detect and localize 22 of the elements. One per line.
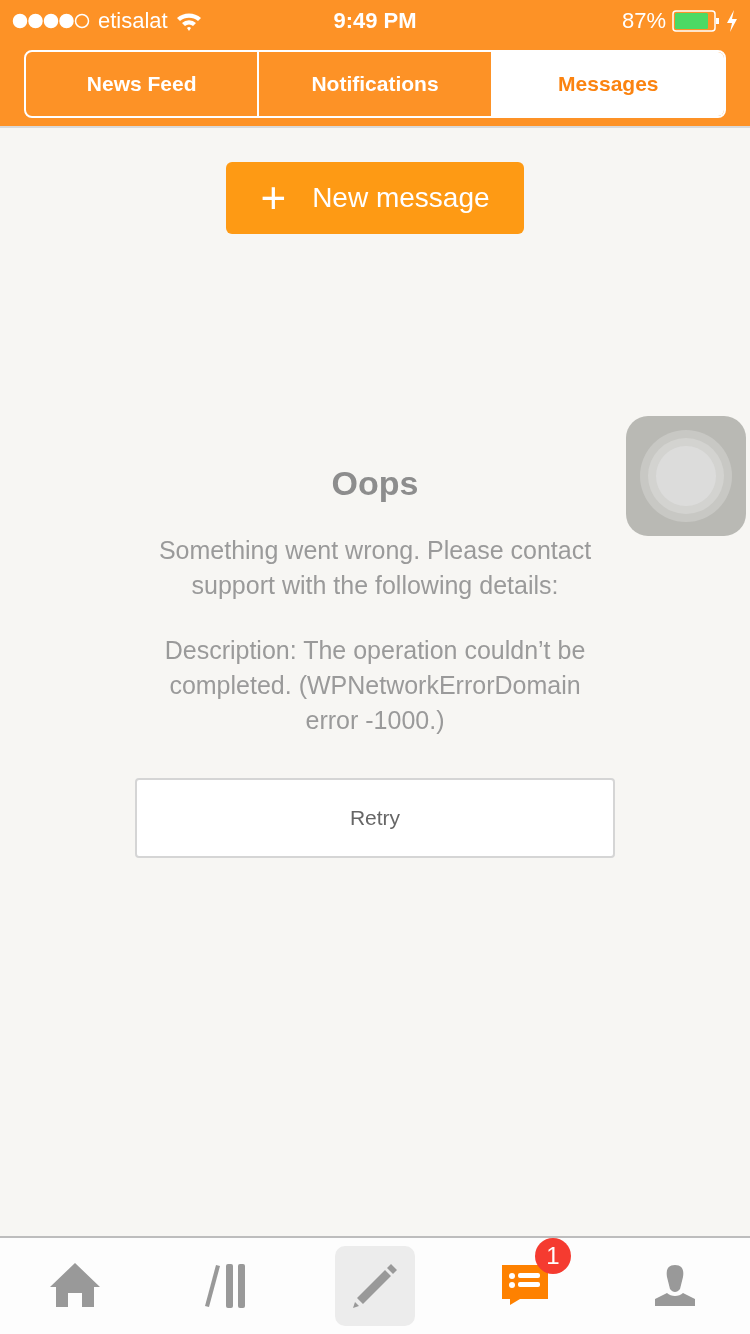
battery-icon	[672, 10, 720, 32]
segment-tab[interactable]: Messages	[490, 52, 724, 116]
pencil-icon	[351, 1262, 399, 1310]
carrier-name: etisalat	[98, 8, 168, 34]
charging-icon	[726, 10, 738, 32]
clock-time: 9:49 PM	[333, 8, 417, 34]
segment-tab[interactable]: News Feed	[26, 52, 258, 116]
retry-button[interactable]: Retry	[135, 778, 615, 858]
tab-bar-item[interactable]	[335, 1246, 415, 1326]
signal-icon	[12, 13, 90, 29]
notification-badge: 1	[535, 1238, 571, 1274]
error-description: Description: The operation couldn’t be completed. (WPNetworkErrorDomain error -1000.)	[163, 635, 587, 736]
wifi-icon	[175, 11, 202, 31]
home-icon	[50, 1263, 100, 1309]
circle-icon	[638, 428, 734, 524]
battery-percent: 87%	[621, 8, 666, 34]
error-message: Something went wrong. Please contact support with the following details:	[157, 535, 593, 601]
person-icon	[653, 1265, 697, 1307]
new-message-button[interactable]: + New message	[226, 162, 524, 234]
reader-icon	[202, 1263, 248, 1309]
assistive-touch-button[interactable]	[626, 416, 746, 536]
error-title: Oops	[331, 464, 419, 503]
